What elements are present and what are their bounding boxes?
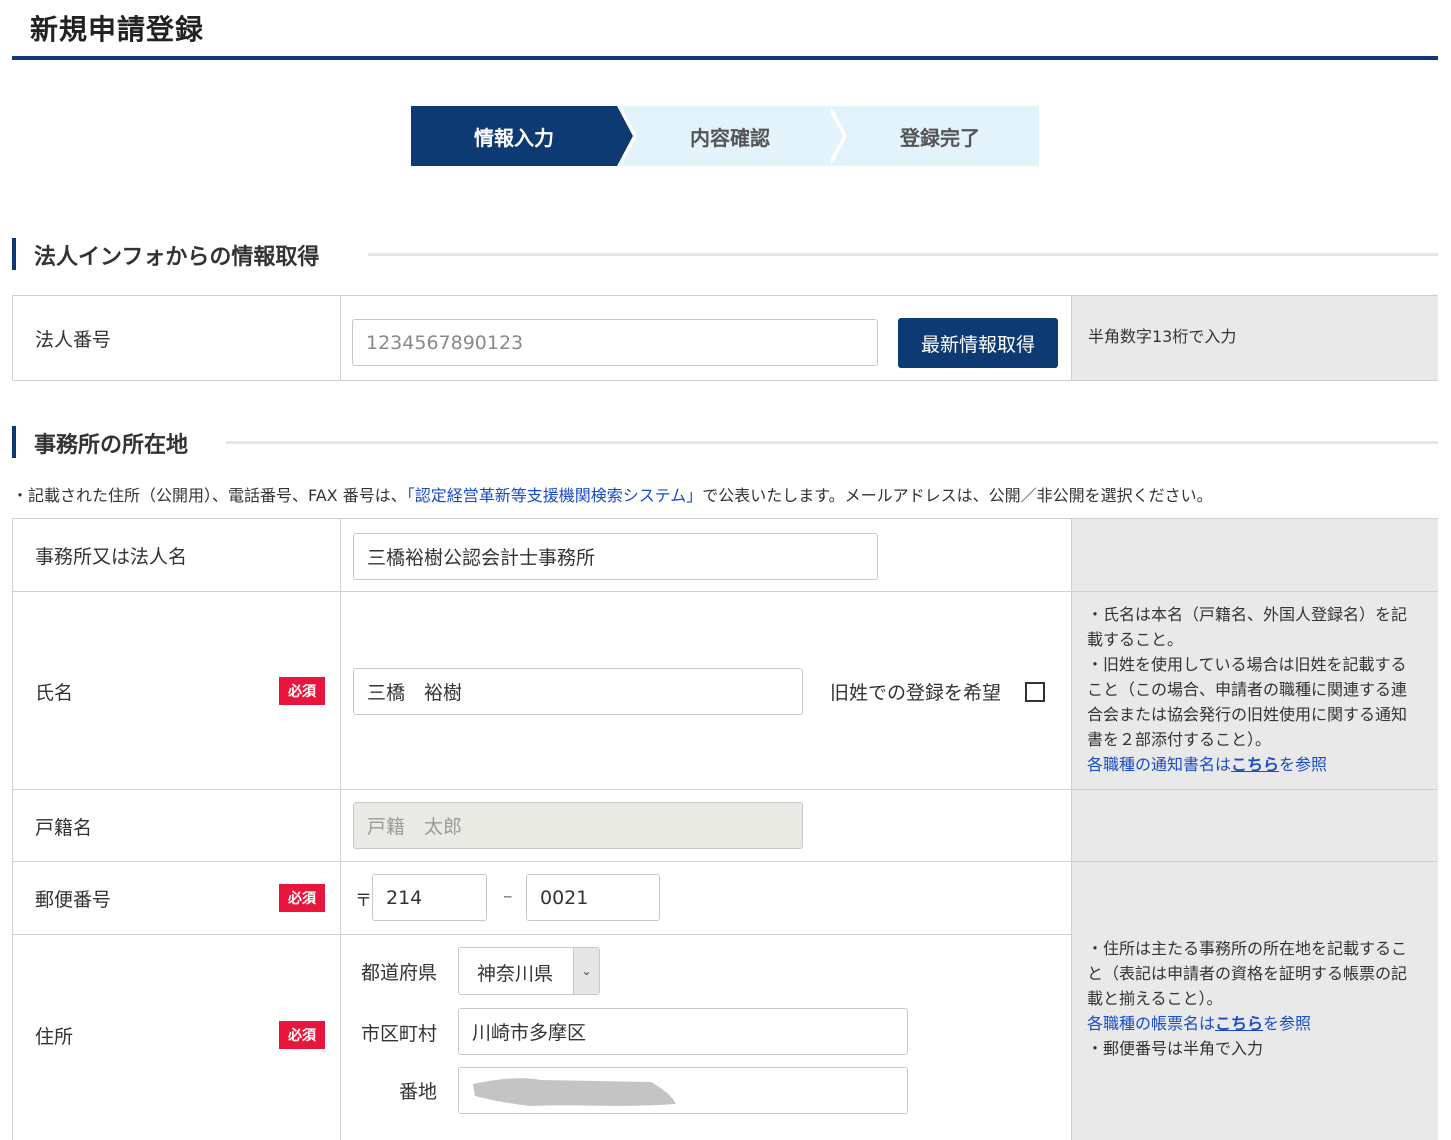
koseki-hint-cell bbox=[1071, 789, 1438, 861]
row-label-cell: 法人番号 bbox=[13, 296, 341, 380]
step-2: 内容確認 bbox=[619, 106, 831, 166]
banchi-input[interactable] bbox=[458, 1067, 908, 1114]
corp-number-row: 法人番号 1234567890123 最新情報取得 半角数字13桁で入力 bbox=[13, 296, 1438, 380]
prefecture-value: 神奈川県 bbox=[477, 963, 554, 985]
maiden-name-label: 旧姓での登録を希望 bbox=[830, 682, 1002, 704]
heading-rule bbox=[368, 253, 1438, 256]
section-title: 法人インフォからの情報取得 bbox=[34, 245, 320, 270]
required-badge: 必須 bbox=[279, 884, 325, 912]
row-input-cell: 三橋 裕樹 旧姓での登録を希望 bbox=[341, 592, 1071, 789]
notice-text-pre: ・記載された住所（公開用）、電話番号、FAX 番号は、 bbox=[12, 486, 407, 505]
row-label-cell: 郵便番号 必須 bbox=[13, 862, 341, 934]
corp-number-label: 法人番号 bbox=[35, 329, 112, 351]
row-label-cell: 氏名 必須 bbox=[13, 592, 341, 789]
address-hint-line: 載と揃えること）。 bbox=[1087, 989, 1223, 1008]
section-title: 事務所の所在地 bbox=[34, 433, 189, 458]
name-label: 氏名 bbox=[35, 682, 74, 704]
koseki-label: 戸籍名 bbox=[35, 817, 93, 839]
form-name-link[interactable]: 各職種の帳票名はこちらを参照 bbox=[1087, 1014, 1311, 1033]
notice-doc-link[interactable]: 各職種の通知書名はこちらを参照 bbox=[1087, 755, 1327, 774]
step-2-label: 内容確認 bbox=[690, 125, 770, 150]
corp-info-table: 法人番号 1234567890123 最新情報取得 半角数字13桁で入力 bbox=[12, 295, 1438, 381]
link-text-bold: こちら bbox=[1231, 755, 1280, 774]
office-name-hint-cell bbox=[1071, 519, 1438, 591]
corp-number-hint: 半角数字13桁で入力 bbox=[1088, 327, 1237, 346]
postal-mark: 〒 bbox=[355, 891, 372, 911]
office-name-input[interactable]: 三橋裕樹公認会計士事務所 bbox=[353, 533, 878, 580]
chevron-down-icon: ⌄ bbox=[573, 948, 599, 994]
row-input-cell: 〒 214 – 0021 bbox=[341, 862, 1071, 934]
redaction-scribble bbox=[473, 1078, 676, 1106]
step-1-label: 情報入力 bbox=[474, 125, 554, 150]
heading-rule bbox=[226, 441, 1438, 444]
step-1: 情報入力 bbox=[411, 106, 617, 166]
postal-label: 郵便番号 bbox=[35, 889, 112, 911]
required-badge: 必須 bbox=[279, 677, 325, 705]
name-hint-line: 合会または協会発行の旧姓使用に関する通知 bbox=[1087, 705, 1408, 724]
heading-bar bbox=[12, 426, 16, 458]
name-hint-line: こと（この場合、申請者の職種に関連する連 bbox=[1087, 680, 1408, 699]
row-label-cell: 住所 必須 bbox=[13, 935, 341, 1140]
city-label: 市区町村 bbox=[361, 1023, 438, 1045]
row-input-cell: 1234567890123 最新情報取得 bbox=[341, 296, 1071, 380]
section-heading-office: 事務所の所在地 bbox=[12, 426, 1438, 458]
row-input-cell: 都道府県 神奈川県 ⌄ 市区町村 川崎市多摩区 番地 bbox=[341, 935, 1071, 1140]
required-badge: 必須 bbox=[279, 1021, 325, 1049]
section-heading-corp: 法人インフォからの情報取得 bbox=[12, 238, 1438, 270]
prefecture-label: 都道府県 bbox=[361, 962, 438, 984]
row-input-cell: 戸籍 太郎 bbox=[341, 790, 1071, 861]
step-3: 登録完了 bbox=[831, 106, 1039, 166]
hint-cell: 半角数字13桁で入力 bbox=[1071, 296, 1438, 380]
link-text-post: を参照 bbox=[1263, 1014, 1312, 1033]
name-hint: ・氏名は本名（戸籍名、外国人登録名）を記 載すること。 ・旧姓を使用している場合… bbox=[1087, 602, 1427, 777]
name-input[interactable]: 三橋 裕樹 bbox=[353, 668, 803, 715]
corp-number-input[interactable]: 1234567890123 bbox=[352, 319, 878, 366]
address-hint-cell: ・住所は主たる事務所の所在地を記載するこ と（表記は申請者の資格を証明する帳票の… bbox=[1071, 861, 1438, 1140]
office-name-label: 事務所又は法人名 bbox=[35, 546, 188, 568]
address-hint-line: と（表記は申請者の資格を証明する帳票の記 bbox=[1087, 964, 1408, 983]
address-hint-line: ・郵便番号は半角で入力 bbox=[1087, 1039, 1264, 1058]
banchi-label: 番地 bbox=[399, 1081, 438, 1103]
name-hint-line: 載すること。 bbox=[1087, 630, 1184, 649]
link-text-pre: 各職種の帳票名は bbox=[1087, 1014, 1216, 1033]
page-title: 新規申請登録 bbox=[30, 13, 205, 46]
step-3-label: 登録完了 bbox=[900, 125, 980, 150]
link-text-bold: こちら bbox=[1215, 1014, 1264, 1033]
step-indicator: 登録完了 内容確認 情報入力 bbox=[411, 106, 1039, 166]
heading-bar bbox=[12, 238, 16, 270]
address-hint: ・住所は主たる事務所の所在地を記載するこ と（表記は申請者の資格を証明する帳票の… bbox=[1087, 936, 1427, 1061]
address-label: 住所 bbox=[35, 1026, 74, 1048]
office-table: 事務所又は法人名 三橋裕樹公認会計士事務所 氏名 必須 三橋 裕樹 旧姓での登録… bbox=[12, 518, 1438, 1140]
maiden-name-checkbox[interactable] bbox=[1025, 682, 1045, 702]
row-input-cell: 三橋裕樹公認会計士事務所 bbox=[341, 519, 1071, 591]
step-active-arrow bbox=[617, 106, 633, 166]
notice-text-post: で公表いたします。メールアドレスは、公開／非公開を選択ください。 bbox=[702, 486, 1213, 505]
title-rule bbox=[12, 56, 1438, 60]
row-label-cell: 戸籍名 bbox=[13, 790, 341, 861]
postal-second-input[interactable]: 0021 bbox=[526, 874, 660, 921]
link-text-pre: 各職種の通知書名は bbox=[1087, 755, 1232, 774]
link-text-post: を参照 bbox=[1279, 755, 1328, 774]
city-input[interactable]: 川崎市多摩区 bbox=[458, 1008, 908, 1055]
publication-notice: ・記載された住所（公開用）、電話番号、FAX 番号は、「認定経営革新等支援機関検… bbox=[12, 482, 1213, 506]
koseki-input: 戸籍 太郎 bbox=[353, 802, 803, 849]
name-hint-line: ・氏名は本名（戸籍名、外国人登録名）を記 bbox=[1087, 605, 1408, 624]
address-hint-line: ・住所は主たる事務所の所在地を記載するこ bbox=[1087, 939, 1408, 958]
postal-dash: – bbox=[503, 885, 513, 907]
row-label-cell: 事務所又は法人名 bbox=[13, 519, 341, 591]
fetch-latest-button[interactable]: 最新情報取得 bbox=[898, 318, 1058, 368]
name-hint-cell: ・氏名は本名（戸籍名、外国人登録名）を記 載すること。 ・旧姓を使用している場合… bbox=[1071, 591, 1438, 789]
name-hint-line: 書を２部添付すること）。 bbox=[1087, 730, 1272, 749]
postal-first-input[interactable]: 214 bbox=[372, 874, 487, 921]
search-system-link[interactable]: 「認定経営革新等支援機関検索システム」 bbox=[407, 486, 703, 505]
prefecture-select[interactable]: 神奈川県 ⌄ bbox=[458, 947, 600, 995]
name-hint-line: ・旧姓を使用している場合は旧姓を記載する bbox=[1087, 655, 1407, 674]
